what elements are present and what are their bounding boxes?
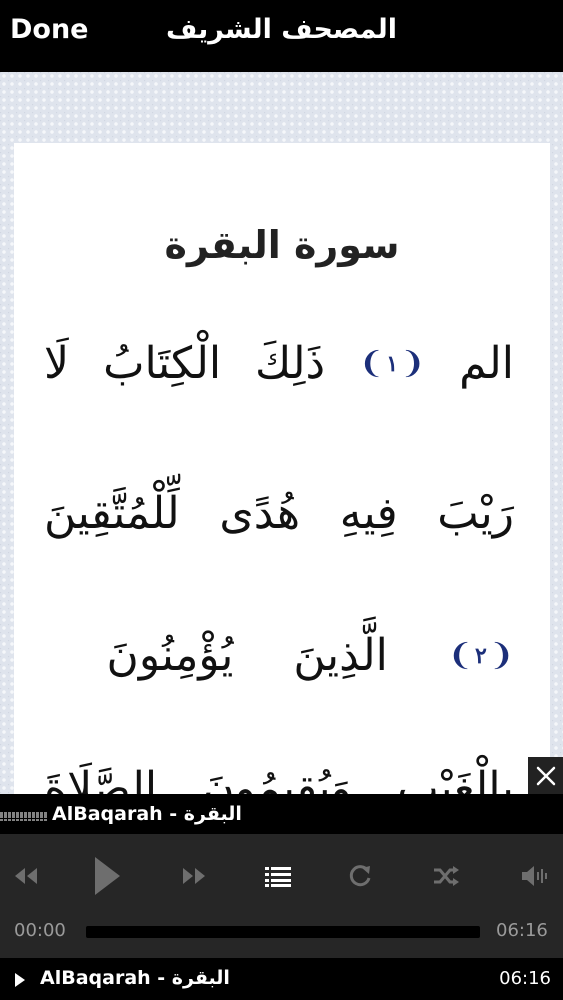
close-icon: [536, 766, 555, 785]
ayah-marker: ❨ ٢ ❩: [448, 638, 514, 673]
volume-icon: [522, 866, 547, 886]
player-header[interactable]: AlBaqarah - البقرة: [0, 794, 563, 834]
quran-line-2: رَيْبَ فِيهِ هُدًى لِّلْمُتَّقِينَ: [44, 488, 514, 539]
quran-word: بِالْغَيْبِ: [397, 763, 514, 794]
fast-forward-icon: [183, 868, 205, 884]
quran-word: وَيُقِيمُونَ: [202, 763, 352, 794]
rewind-icon: [15, 868, 37, 884]
queue-item-duration: 06:16: [499, 968, 551, 989]
quran-line-4: بِالْغَيْبِ وَيُقِيمُونَ الصَّلَاةَ: [44, 763, 514, 794]
ayah-number: ٢: [475, 642, 487, 669]
quran-word: لَا: [44, 338, 70, 389]
ayah-ornament-icon: ❩: [359, 346, 385, 381]
shuffle-button[interactable]: [428, 838, 464, 914]
quran-word: الَّذِينَ: [293, 630, 388, 681]
playlist-button[interactable]: [258, 838, 298, 914]
quran-word: لِّلْمُتَّقِينَ: [44, 488, 180, 539]
quran-word: فِيهِ: [339, 488, 398, 539]
play-icon: [95, 857, 120, 895]
repeat-icon: [349, 865, 371, 887]
repeat-button[interactable]: [342, 838, 378, 914]
queue-item-title: AlBaqarah - البقرة: [40, 967, 230, 989]
close-player-button[interactable]: [528, 757, 563, 794]
play-button[interactable]: [84, 838, 130, 914]
ayah-number: ١: [386, 350, 399, 377]
playlist-icon: [265, 867, 291, 887]
player-controls: [0, 838, 563, 914]
progress-row: 00:00 06:16: [0, 916, 563, 946]
shuffle-icon: [434, 866, 459, 886]
seek-bar[interactable]: [86, 926, 480, 938]
rewind-button[interactable]: [8, 838, 44, 914]
done-button[interactable]: Done: [10, 14, 89, 45]
queue-item[interactable]: AlBaqarah - البقرة 06:16: [0, 958, 563, 1000]
quran-word: هُدًى: [219, 488, 301, 539]
quran-word: رَيْبَ: [437, 488, 514, 539]
quran-word: الْكِتَابُ: [103, 338, 222, 389]
quran-word: ذَلِكَ: [255, 338, 326, 389]
play-icon: [15, 973, 25, 987]
quran-word: الصَّلَاةَ: [44, 763, 158, 794]
quran-word: الم: [459, 338, 514, 389]
mushaf-page[interactable]: سورة البقرة الم ❨ ١ ❩ ذَلِكَ الْكِتَابُ …: [14, 143, 550, 794]
ayah-ornament-icon: ❨: [488, 638, 514, 673]
quran-word: يُؤْمِنُونَ: [106, 630, 234, 681]
surah-title: سورة البقرة: [164, 223, 400, 267]
page-title: المصحف الشريف: [165, 14, 398, 45]
drag-handle-line: [0, 819, 48, 821]
total-time: 06:16: [496, 920, 548, 941]
ayah-ornament-icon: ❩: [447, 638, 474, 673]
fast-forward-button[interactable]: [176, 838, 212, 914]
quran-line-1: الم ❨ ١ ❩ ذَلِكَ الْكِتَابُ لَا: [44, 338, 514, 389]
navigation-bar: Done المصحف الشريف: [0, 0, 563, 72]
drag-handle[interactable]: [0, 812, 48, 818]
ayah-marker: ❨ ١ ❩: [359, 346, 425, 381]
track-title: AlBaqarah - البقرة: [52, 803, 242, 825]
quran-line-3: ❨ ٢ ❩ الَّذِينَ يُؤْمِنُونَ: [44, 630, 514, 681]
current-time: 00:00: [14, 920, 66, 941]
audio-player: AlBaqarah - البقرة 00:00 06:16 AlBaqarah…: [0, 794, 563, 1000]
volume-button[interactable]: [516, 838, 552, 914]
ayah-ornament-icon: ❨: [400, 346, 426, 381]
